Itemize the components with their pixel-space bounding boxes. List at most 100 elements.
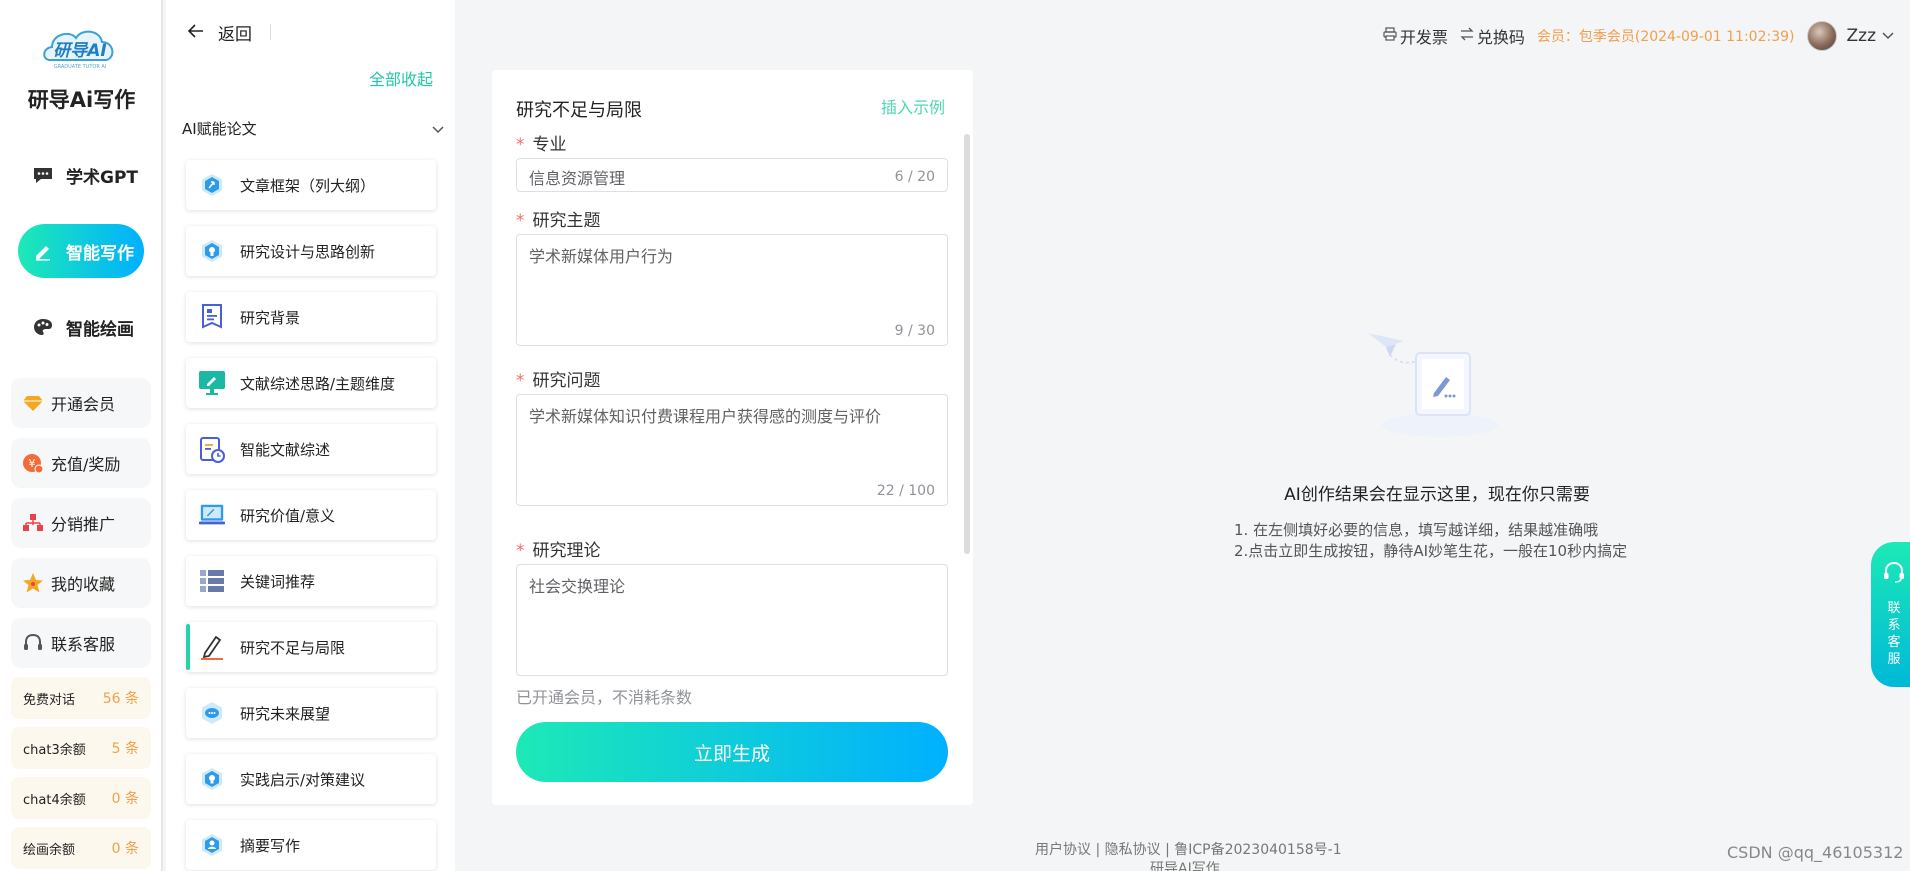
- quota-label: chat3余额: [23, 742, 86, 758]
- tool-abstract-writing[interactable]: 摘要写作: [186, 820, 436, 870]
- watermark: CSDN @qq_46105312: [1727, 843, 1904, 862]
- menu-favorites[interactable]: 我的收藏: [11, 558, 151, 608]
- form-scrollbar[interactable]: [964, 134, 970, 554]
- quota-value: 56 条: [102, 691, 139, 707]
- list-icon: [198, 567, 226, 595]
- avatar[interactable]: [1806, 21, 1837, 51]
- user-icon: [198, 831, 226, 859]
- arrow-left-icon: [187, 22, 204, 43]
- headset-icon: [1882, 560, 1906, 588]
- tool-label: 研究价值/意义: [240, 506, 336, 525]
- label-text: 研究理论: [532, 541, 601, 561]
- footer-site-name: 研导AI写作: [1150, 861, 1220, 871]
- menu-label: 充值/奖励: [51, 455, 121, 474]
- theory-textarea[interactable]: 社会交换理论: [516, 564, 948, 676]
- menu-customer-service[interactable]: 联系客服: [11, 618, 151, 668]
- main-sidebar: 研导AI GRADUATE TUTOR AI 研导Ai写作 学术GPT 智能写作…: [0, 0, 163, 871]
- coin-icon: ¥: [21, 451, 45, 475]
- collapse-all-link[interactable]: 全部收起: [369, 66, 433, 90]
- textarea-value: 社会交换理论: [529, 577, 626, 596]
- form-scroll-area[interactable]: * 专业 信息资源管理 6 / 20 * 研究主题 学术新媒体用户行为 9 / 30…: [516, 130, 950, 738]
- section-title: AI赋能论文: [182, 120, 257, 138]
- nav-smart-writing[interactable]: 智能写作: [18, 224, 144, 278]
- label-text: 研究主题: [532, 211, 601, 231]
- nav-label: 学术GPT: [66, 167, 139, 188]
- field-label-question: * 研究问题: [516, 366, 601, 391]
- required-mark: *: [516, 541, 525, 561]
- brand-name: 研导Ai写作: [27, 88, 136, 112]
- empty-result-illustration: [1360, 325, 1520, 445]
- calendar-clock-icon: [198, 435, 226, 463]
- logo-graphic: 研导AI GRADUATE TUTOR AI: [43, 30, 114, 70]
- exchange-icon: [1460, 27, 1474, 45]
- tool-research-limitations[interactable]: 研究不足与局限: [186, 622, 436, 672]
- invoice-label: 开发票: [1399, 28, 1448, 47]
- tool-label: 摘要写作: [240, 836, 301, 855]
- tool-keyword-recommend[interactable]: 关键词推荐: [186, 556, 436, 606]
- quota-value: 0 条: [111, 841, 139, 857]
- back-label: 返回: [218, 25, 252, 45]
- share-icon: [21, 511, 45, 535]
- menu-distribution[interactable]: 分销推广: [11, 498, 151, 548]
- quota-value: 5 条: [111, 741, 139, 757]
- printer-icon: [1383, 27, 1397, 45]
- nav-smart-drawing[interactable]: 智能绘画: [18, 300, 144, 354]
- redeem-code-link[interactable]: 兑换码: [1460, 24, 1525, 48]
- question-textarea[interactable]: 学术新媒体知识付费课程用户获得感的测度与评价 22 / 100: [516, 394, 948, 506]
- quota-value: 0 条: [111, 791, 139, 807]
- tool-label: 实践启示/对策建议: [240, 770, 366, 789]
- back-button[interactable]: 返回: [187, 20, 252, 45]
- tool-label: 研究背景: [240, 308, 301, 327]
- outline-icon: [198, 171, 226, 199]
- input-value: 信息资源管理: [529, 169, 626, 188]
- quota-label: 绘画余额: [23, 842, 76, 858]
- tool-practical-implications[interactable]: 实践启示/对策建议: [186, 754, 436, 804]
- field-label-topic: * 研究主题: [516, 206, 601, 231]
- tool-smart-literature-review[interactable]: 智能文献综述: [186, 424, 436, 474]
- char-counter: 22 / 100: [876, 483, 935, 499]
- footer-links[interactable]: 用户协议 | 隐私协议 | 鲁ICP备2023040158号-1: [1035, 839, 1342, 859]
- svg-text:¥: ¥: [29, 457, 36, 470]
- major-input[interactable]: 信息资源管理 6 / 20: [516, 158, 948, 192]
- label-text: 研究问题: [532, 371, 601, 391]
- username[interactable]: Zzz: [1847, 26, 1877, 46]
- nav-label: 智能写作: [66, 243, 134, 264]
- tool-research-background[interactable]: 研究背景: [186, 292, 436, 342]
- menu-recharge[interactable]: ¥ 充值/奖励: [11, 438, 151, 488]
- floating-service-button[interactable]: 联系客服: [1871, 542, 1910, 687]
- generate-button[interactable]: 立即生成: [516, 722, 948, 782]
- tool-label: 研究不足与局限: [240, 638, 346, 657]
- topic-textarea[interactable]: 学术新媒体用户行为 9 / 30: [516, 234, 948, 346]
- monitor-pen-icon: [198, 369, 226, 397]
- palette-icon: [32, 316, 54, 338]
- section-toggle-ai-paper[interactable]: AI赋能论文: [182, 118, 444, 139]
- insert-example-link[interactable]: 插入示例: [881, 94, 945, 118]
- label-text: 专业: [532, 135, 567, 155]
- menu-open-membership[interactable]: 开通会员: [11, 378, 151, 428]
- tool-research-design[interactable]: 研究设计与思路创新: [186, 226, 436, 276]
- tool-article-outline[interactable]: 文章框架（列大纲）: [186, 160, 436, 210]
- chevron-down-icon[interactable]: [1882, 29, 1894, 43]
- membership-status: 会员：包季会员(2024-09-01 11:02:39): [1536, 29, 1795, 45]
- tool-literature-review-ideas[interactable]: 文献综述思路/主题维度: [186, 358, 436, 408]
- tool-future-outlook[interactable]: 研究未来展望: [186, 688, 436, 738]
- tool-sidebar: 返回 全部收起 AI赋能论文 文章框架（列大纲） 研究设计与思路创新 研究背景 …: [166, 0, 455, 871]
- nav-academic-gpt[interactable]: 学术GPT: [18, 148, 144, 202]
- tool-label: 文献综述思路/主题维度: [240, 374, 396, 393]
- tool-label: 研究未来展望: [240, 704, 331, 723]
- textarea-value: 学术新媒体知识付费课程用户获得感的测度与评价: [529, 407, 882, 426]
- field-label-major: * 专业: [516, 130, 567, 155]
- chat-icon: [32, 164, 54, 186]
- tool-research-value[interactable]: 研究价值/意义: [186, 490, 436, 540]
- invoice-link[interactable]: 开发票: [1383, 24, 1448, 48]
- design-icon: [198, 237, 226, 265]
- pen-icon: [32, 240, 54, 262]
- brand-logo[interactable]: 研导AI GRADUATE TUTOR AI: [40, 22, 120, 72]
- required-mark: *: [516, 135, 525, 155]
- quota-free-chat: 免费对话 56 条: [11, 677, 151, 719]
- result-tips: 1. 在左侧填好必要的信息，填写越详细，结果越准确哦 2.点击立即生成按钮，静待…: [1234, 520, 1627, 562]
- required-mark: *: [516, 211, 525, 231]
- tool-label: 文章框架（列大纲）: [240, 176, 376, 195]
- quota-drawing: 绘画余额 0 条: [11, 827, 151, 869]
- tip-line: 2.点击立即生成按钮，静待AI妙笔生花，一般在10秒内搞定: [1234, 542, 1628, 560]
